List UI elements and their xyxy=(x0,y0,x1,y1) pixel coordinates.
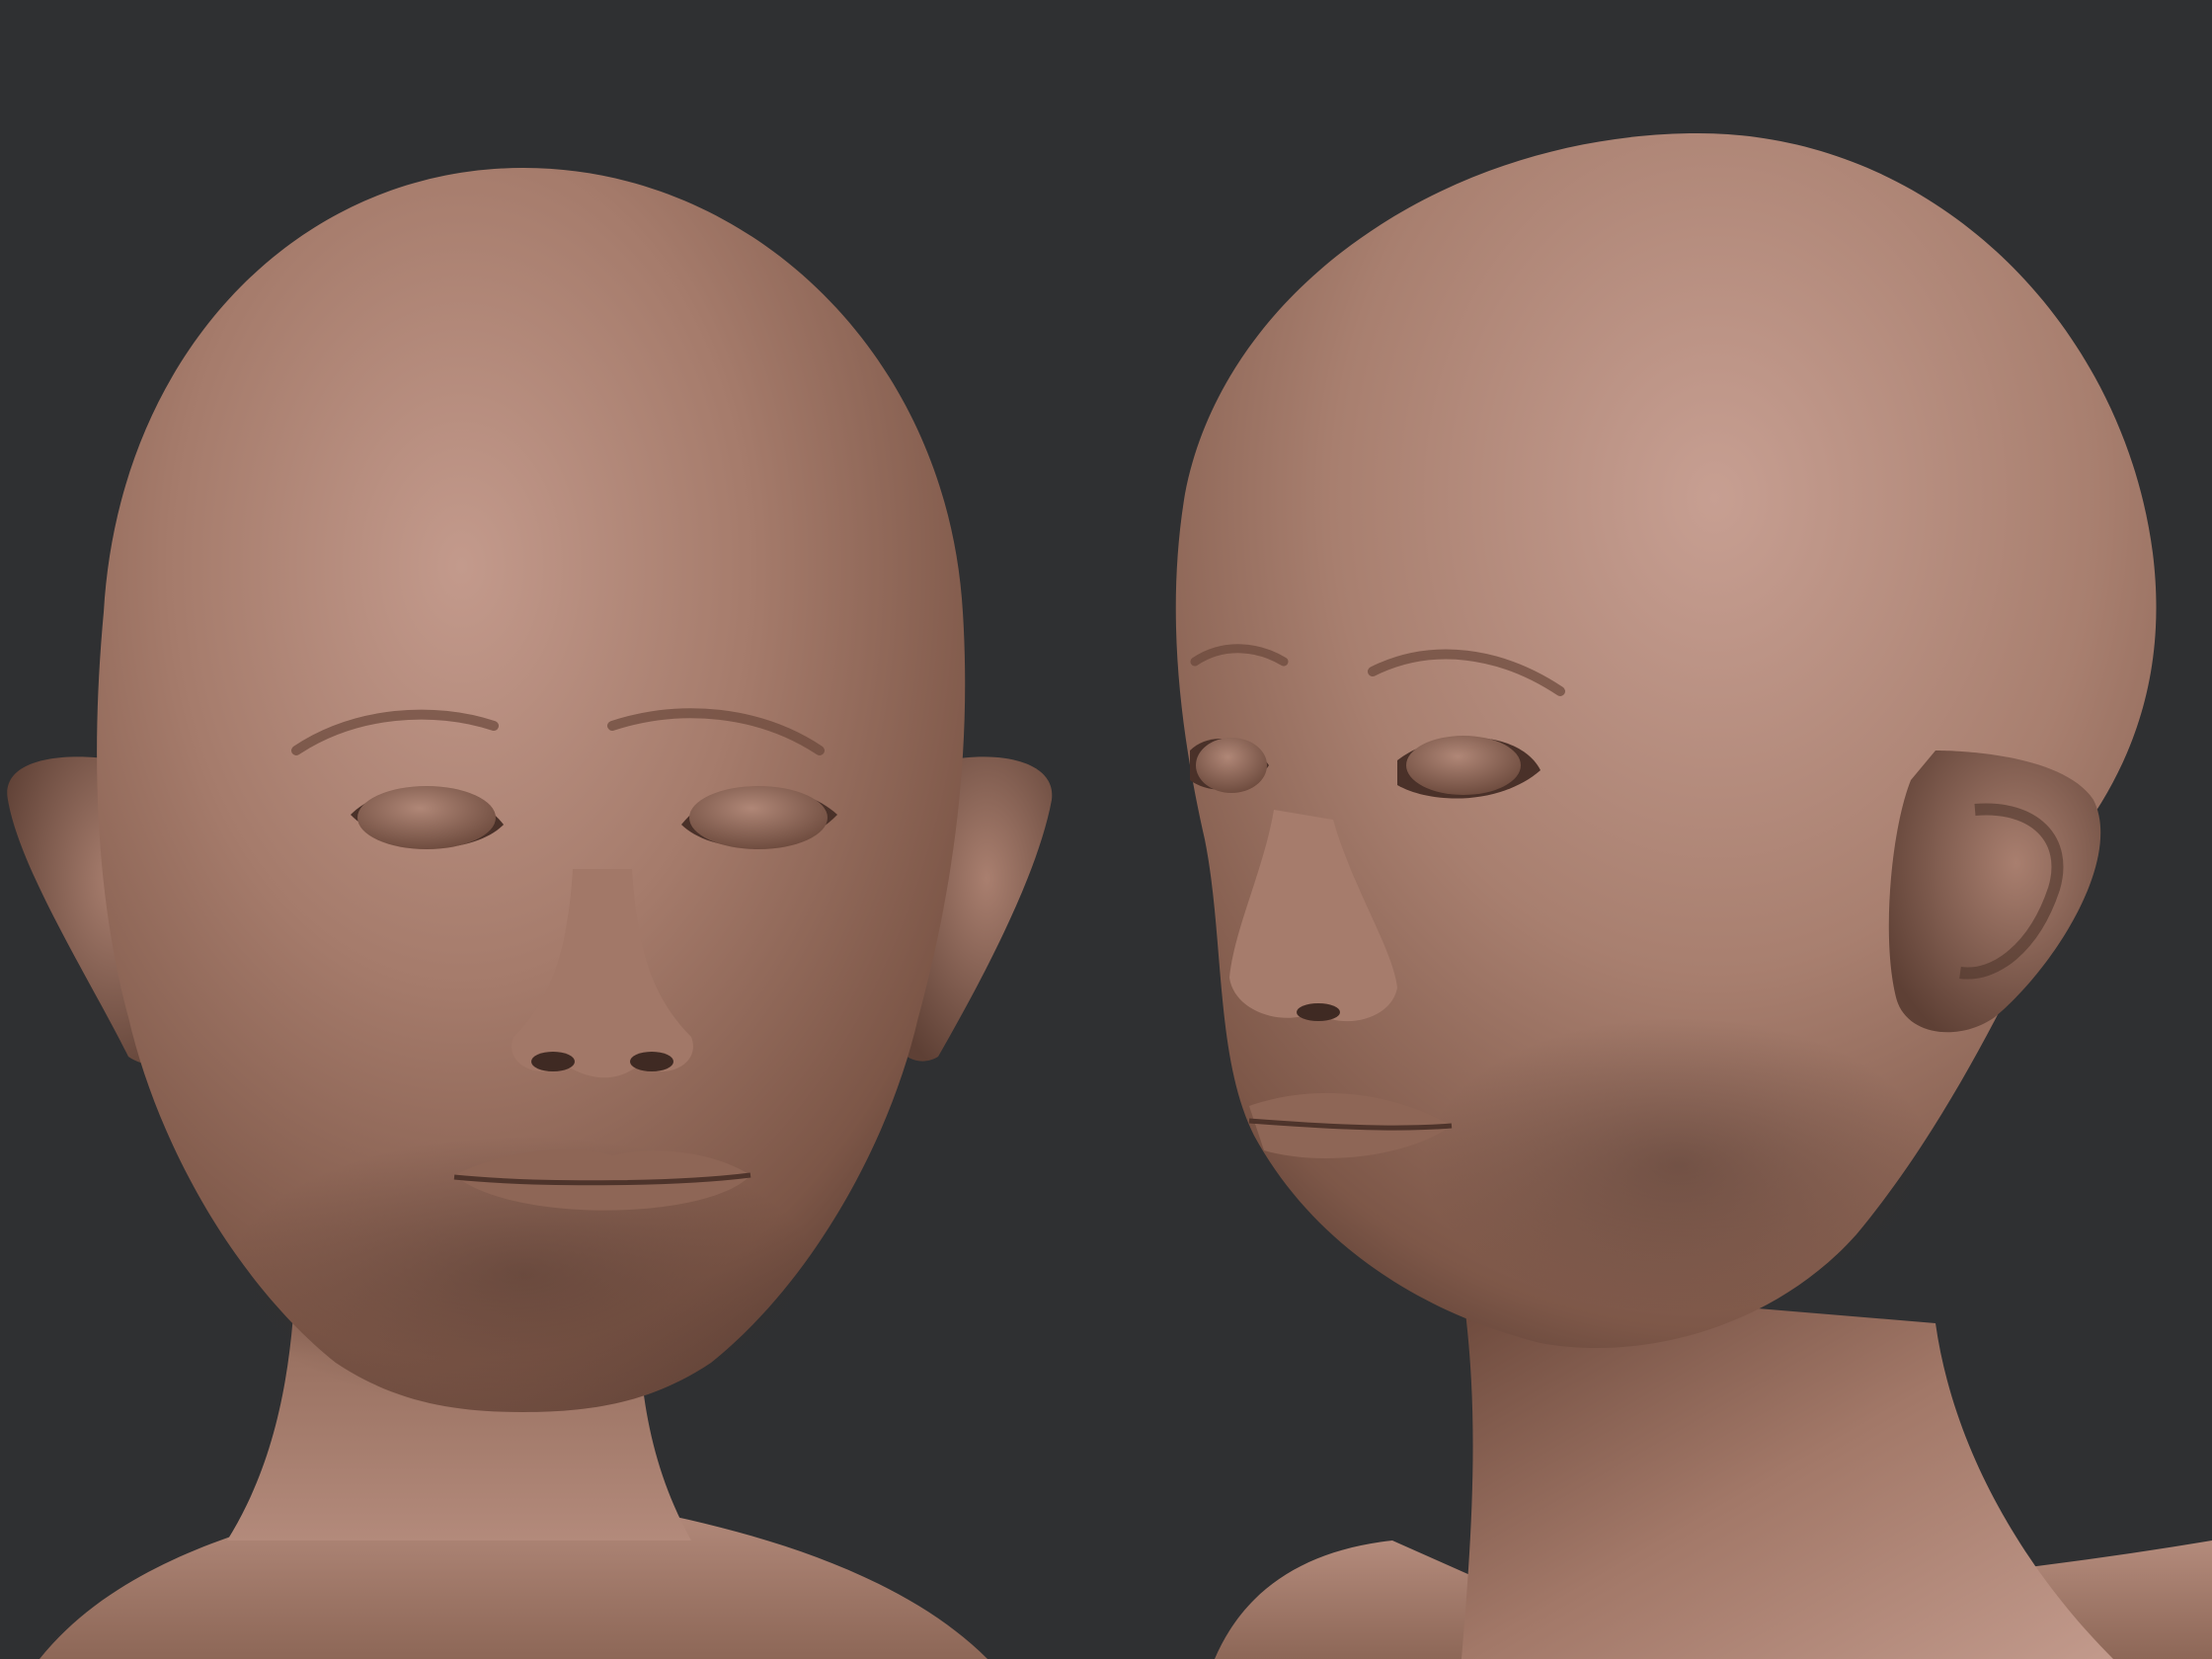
three-quarter-view-bust xyxy=(1175,133,2212,1659)
front-view-bust xyxy=(7,168,1053,1659)
sculpt-render xyxy=(7,133,2212,1659)
side-ear xyxy=(1888,750,2101,1033)
viewport xyxy=(0,0,2212,1659)
